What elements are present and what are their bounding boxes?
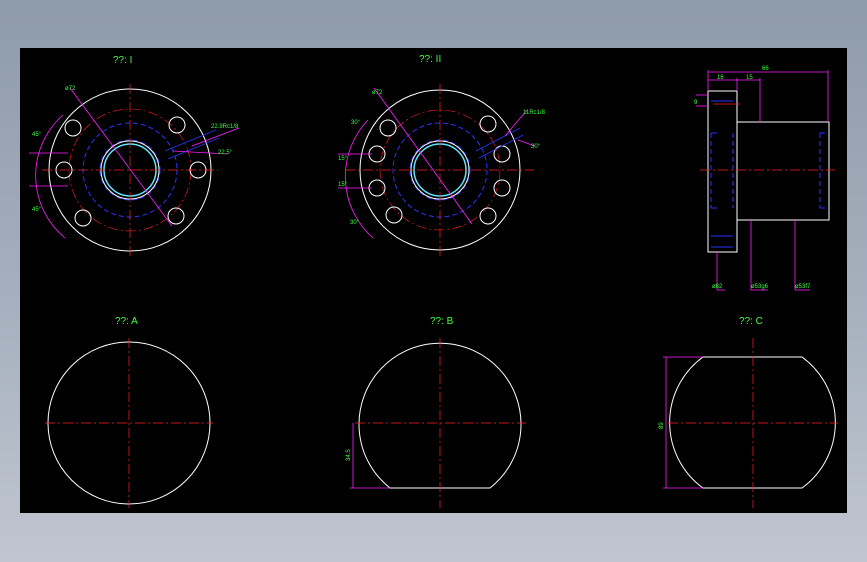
side-dimensions xyxy=(696,70,829,291)
cad-drawing: ??: I ø72 45° 45° 22.9Rc1/8 22.5° ??: II… xyxy=(29,54,838,508)
side-outline xyxy=(707,90,830,253)
side-section-view: 66 16 15 9 ø82 ø53g6 ø53f7 xyxy=(694,66,835,291)
svg-text:11Rc1/8: 11Rc1/8 xyxy=(523,110,546,116)
svg-text:15°: 15° xyxy=(338,156,348,162)
double-flat-circle xyxy=(669,356,836,489)
svg-text:16: 16 xyxy=(717,75,724,81)
svg-text:89: 89 xyxy=(659,422,665,429)
centerlines xyxy=(42,84,218,256)
view-2-title: ??: II xyxy=(419,54,441,65)
svg-text:30°: 30° xyxy=(351,120,361,126)
svg-text:15: 15 xyxy=(746,75,753,81)
oil-hole xyxy=(164,129,220,160)
view-a-title: ??: A xyxy=(115,316,138,327)
view-1-flange: ??: I ø72 45° 45° 22.9Rc1/8 22.5° xyxy=(29,55,240,256)
svg-text:ø72: ø72 xyxy=(65,86,76,92)
svg-text:ø72: ø72 xyxy=(372,90,383,96)
side-hidden-lines xyxy=(710,100,825,248)
bolt-holes xyxy=(55,116,207,227)
view-b-title: ??: B xyxy=(430,316,454,327)
view-c-title: ??: C xyxy=(739,316,763,327)
svg-text:ø82: ø82 xyxy=(712,284,723,290)
cad-drawing-canvas[interactable]: ??: I ø72 45° 45° 22.9Rc1/8 22.5° ??: II… xyxy=(20,48,847,513)
svg-text:22.5°: 22.5° xyxy=(218,150,233,156)
svg-text:ø53g6: ø53g6 xyxy=(751,284,769,290)
svg-text:66: 66 xyxy=(762,66,769,72)
view-2-flange: ??: II ø72 30° 15° 15° 30° 11Rc1/8 30° xyxy=(338,54,546,256)
svg-text:22.9Rc1/8: 22.9Rc1/8 xyxy=(211,124,239,130)
svg-text:30°: 30° xyxy=(531,144,541,150)
svg-text:34.5: 34.5 xyxy=(346,449,352,461)
view-1-title: ??: I xyxy=(113,55,132,66)
svg-text:45°: 45° xyxy=(32,132,42,138)
svg-text:45°: 45° xyxy=(32,207,42,213)
svg-text:ø53f7: ø53f7 xyxy=(795,284,811,290)
svg-text:9: 9 xyxy=(694,100,698,106)
view-c: ??: C 89 xyxy=(659,316,838,508)
view-b: ??: B 34.5 xyxy=(346,316,526,508)
svg-text:30°: 30° xyxy=(350,220,360,226)
svg-text:15°: 15° xyxy=(338,182,348,188)
view-a: ??: A xyxy=(45,316,213,508)
